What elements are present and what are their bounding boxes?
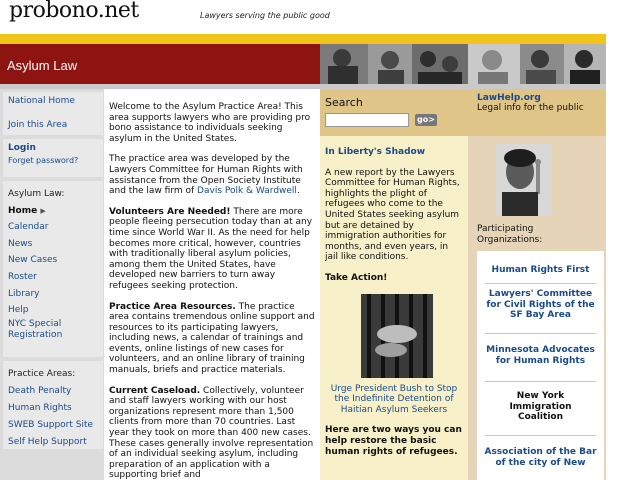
site-logo[interactable]: probono.net [9, 0, 139, 23]
org-list: Human Rights First Lawyers' Committee fo… [477, 251, 604, 480]
nav-item-sweb[interactable]: SWEB Support Site [3, 417, 103, 434]
volunteers-text: There are more people fleeing persecutio… [109, 206, 313, 291]
nav-item-library[interactable]: Library [3, 286, 103, 303]
org-lawyers-committee[interactable]: Lawyers' Committee for Civil Rights of t… [477, 289, 604, 321]
site-tagline: Lawyers serving the public good [200, 11, 330, 20]
title-bar: Asylum Law [0, 44, 320, 84]
org-minnesota-advocates[interactable]: Minnesota Advocates for Human Rights [477, 345, 604, 366]
developed-paragraph: The practice area was developed by the L… [109, 154, 316, 196]
nav-item-human-rights[interactable]: Human Rights [3, 400, 103, 417]
nav-item-self-help[interactable]: Self Help Support [3, 434, 103, 451]
feature-body: A new report by the Lawyers Committee fo… [325, 167, 460, 263]
lawhelp-subtitle: Legal info for the public [477, 103, 584, 113]
lawhelp-box: LawHelp.org Legal info for the public [468, 89, 606, 136]
intro-paragraph: Welcome to the Asylum Practice Area! Thi… [109, 102, 311, 144]
nav-item-news[interactable]: News [3, 236, 103, 253]
participating-label: Participating Organizations: [477, 224, 543, 245]
nav-login[interactable]: Login [3, 143, 103, 153]
nav-item-nyc-registration[interactable]: NYC Special Registration [3, 319, 73, 341]
volunteers-heading: Volunteers Are Needed! [109, 206, 231, 217]
nav-top-links: National Home Join this Area [3, 92, 103, 135]
org-human-rights-first[interactable]: Human Rights First [477, 265, 604, 276]
action-link[interactable]: Urge President Bush to Stop the Indefini… [325, 384, 463, 416]
header-photos [320, 44, 606, 84]
search-title: Search [325, 96, 363, 109]
search-input[interactable] [325, 113, 409, 127]
resources-heading: Practice Area Resources. [109, 301, 236, 312]
portrait-image [496, 144, 552, 216]
nav-item-home[interactable]: Home ▶ [3, 203, 103, 220]
caseload-paragraph: Current Caseload. Collectively, voluntee… [109, 386, 316, 480]
nav-item-calendar[interactable]: Calendar [3, 219, 103, 236]
main-content: Welcome to the Asylum Practice Area! Thi… [104, 89, 320, 480]
nav-asylum-heading: Asylum Law: [8, 189, 65, 199]
nav-practice-heading: Practice Areas: [8, 369, 76, 379]
portrait-photo [496, 144, 552, 216]
nav-item-help[interactable]: Help [3, 302, 103, 319]
developed-end: . [296, 186, 300, 197]
arrow-right-icon: ▶ [40, 206, 46, 215]
search-go-button[interactable]: go> [415, 114, 437, 126]
nav-login-block: Login Forget password? [3, 139, 103, 177]
take-action-heading: Take Action! [325, 272, 388, 283]
feature-title[interactable]: In Liberty's Shadow [325, 147, 463, 158]
volunteers-paragraph: Volunteers Are Needed! There are more pe… [109, 207, 316, 292]
resources-text: The practice area contains tremendous on… [109, 301, 315, 376]
caseload-heading: Current Caseload. [109, 385, 201, 396]
org-ny-immigration[interactable]: New York Immigration Coalition [477, 391, 604, 423]
org-divider [485, 381, 596, 382]
org-divider [485, 435, 596, 436]
detention-image [361, 293, 433, 378]
page-title: Asylum Law [7, 58, 78, 73]
nav-item-roster[interactable]: Roster [3, 269, 103, 286]
resources-paragraph: Practice Area Resources. The practice ar… [109, 302, 316, 376]
feature-column: Search go> In Liberty's Shadow A new rep… [320, 89, 468, 480]
org-divider [485, 333, 596, 334]
nav-national-home[interactable]: National Home [3, 96, 103, 106]
right-sidebar: LawHelp.org Legal info for the public Pa… [468, 89, 606, 480]
nav-home-label: Home [8, 205, 38, 216]
nav-item-death-penalty[interactable]: Death Penalty [3, 383, 103, 400]
caseload-text: Collectively, volunteer and staff lawyer… [109, 385, 314, 480]
detention-photo[interactable] [361, 293, 433, 378]
lawhelp-link[interactable]: LawHelp.org [477, 93, 597, 103]
left-nav: National Home Join this Area Login Forge… [0, 89, 104, 480]
accent-bar [0, 34, 606, 44]
nav-asylum-block: Asylum Law: Home ▶ Calendar News New Cas… [3, 181, 103, 357]
nav-join-area[interactable]: Join this Area [3, 120, 103, 130]
closing-text: Here are two ways you can help restore t… [325, 425, 462, 457]
nav-practice-block: Practice Areas: Death Penalty Human Righ… [3, 361, 103, 449]
header-photo-strip [320, 44, 606, 84]
nav-item-new-cases[interactable]: New Cases [3, 252, 103, 269]
davis-polk-link[interactable]: Davis Polk & Wardwell [197, 186, 297, 196]
search-box: Search go> [320, 89, 468, 136]
org-association-bar[interactable]: Association of the Bar of the city of Ne… [477, 447, 604, 468]
feature-content: In Liberty's Shadow A new report by the … [325, 147, 463, 457]
site-header: probono.net Lawyers serving the public g… [0, 0, 640, 34]
nav-forgot-password[interactable]: Forget password? [3, 156, 103, 165]
org-divider [485, 283, 596, 284]
